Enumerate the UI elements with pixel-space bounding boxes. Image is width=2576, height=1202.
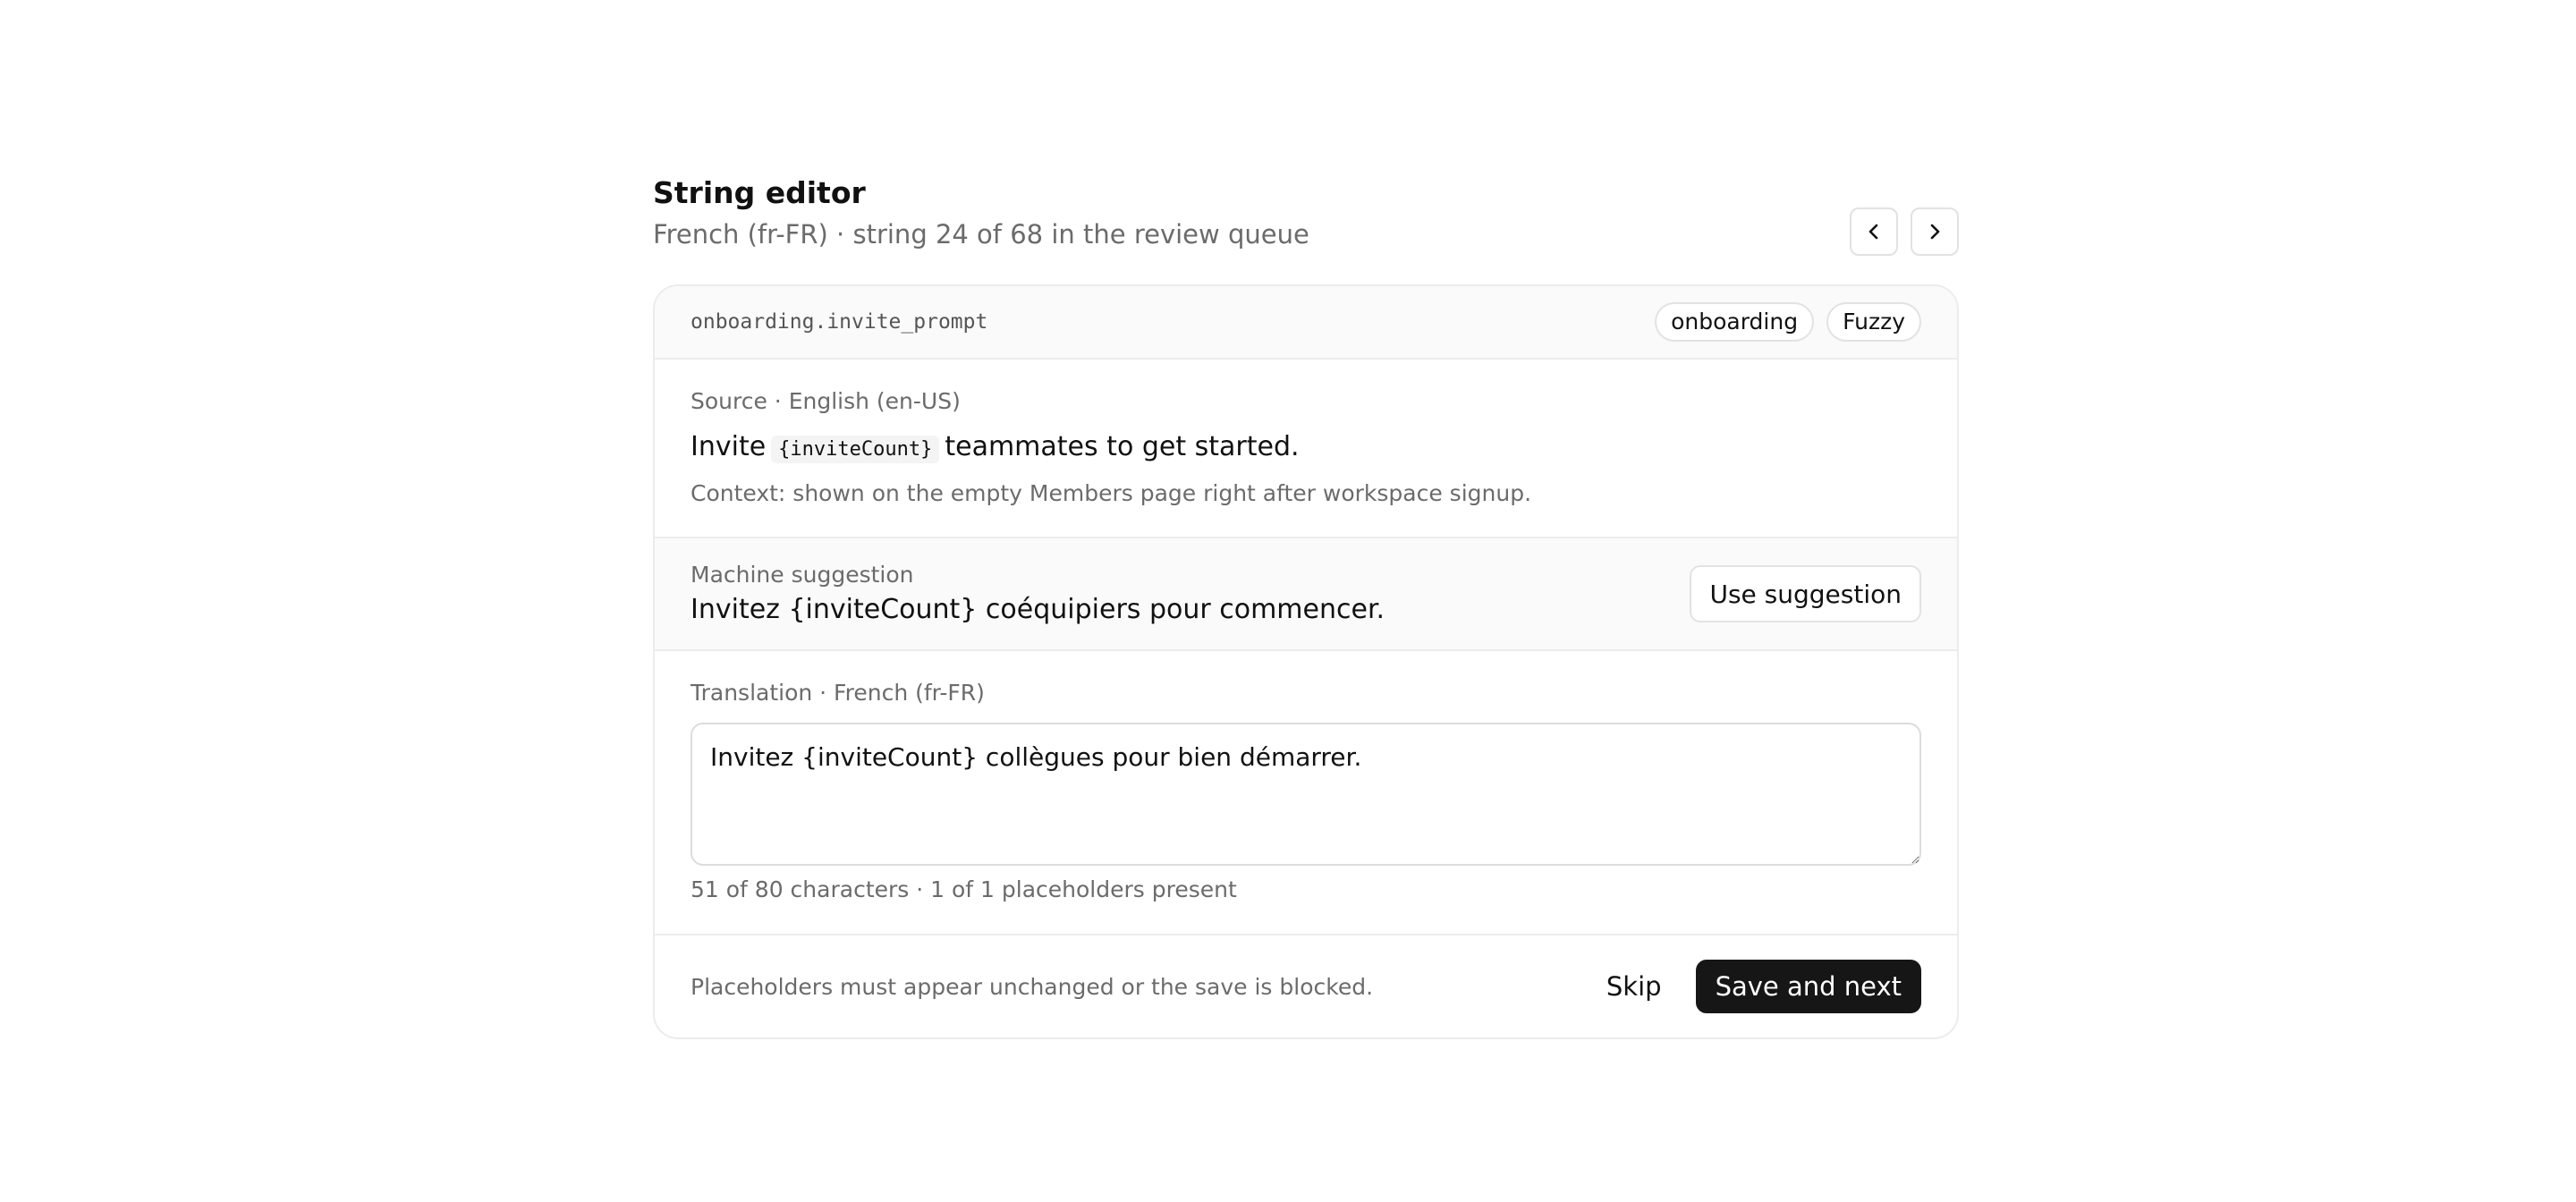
next-string-button[interactable] xyxy=(1911,207,1959,256)
footer-actions: Skip Save and next xyxy=(1594,960,1921,1013)
queue-navigation xyxy=(1850,207,1959,256)
machine-suggestion-label: Machine suggestion xyxy=(691,562,914,588)
source-text-after: teammates to get started. xyxy=(945,431,1300,462)
translation-label: Translation · French (fr-FR) xyxy=(691,680,985,706)
chevron-left-icon xyxy=(1868,224,1878,240)
machine-suggestion-section: Machine suggestion Invitez {inviteCount}… xyxy=(655,538,1957,651)
editor-header: String editor French (fr-FR) · string 24… xyxy=(653,174,1959,284)
queue-subtitle: French (fr-FR) · string 24 of 68 in the … xyxy=(653,219,1309,250)
skip-button[interactable]: Skip xyxy=(1594,960,1674,1013)
editor-footer: Placeholders must appear unchanged or th… xyxy=(655,935,1957,1037)
previous-string-button[interactable] xyxy=(1850,207,1898,256)
tag-list: onboarding Fuzzy xyxy=(1655,302,1921,342)
tag-fuzzy: Fuzzy xyxy=(1826,302,1921,342)
string-key-bar: onboarding.invite_prompt onboarding Fuzz… xyxy=(655,286,1957,360)
translation-section: Translation · French (fr-FR) Invitez {in… xyxy=(655,651,1957,935)
tag-onboarding: onboarding xyxy=(1655,302,1815,342)
page-title: String editor xyxy=(653,175,866,210)
placeholder-warning: Placeholders must appear unchanged or th… xyxy=(691,973,1374,1000)
use-suggestion-button[interactable]: Use suggestion xyxy=(1690,565,1921,622)
translation-input[interactable]: Invitez {inviteCount} collègues pour bie… xyxy=(691,723,1921,866)
chevron-right-icon xyxy=(1930,224,1940,240)
string-card: onboarding.invite_prompt onboarding Fuzz… xyxy=(653,284,1959,1039)
context-note: Context: shown on the empty Members page… xyxy=(691,480,1532,506)
machine-suggestion-body: Machine suggestion Invitez {inviteCount}… xyxy=(691,560,1385,628)
source-text: Invite {inviteCount} teammates to get star… xyxy=(691,427,1921,470)
placeholder-chip: {inviteCount} xyxy=(771,436,940,463)
source-section: Source · English (en-US) Invite {inviteCo… xyxy=(655,360,1957,538)
character-counter: 51 of 80 characters · 1 of 1 placeholder… xyxy=(691,876,1237,902)
machine-suggestion-text: Invitez {inviteCount} coéquipiers pour c… xyxy=(691,594,1385,625)
source-label: Source · English (en-US) xyxy=(691,388,961,414)
source-text-before: Invite xyxy=(691,431,767,462)
string-editor: String editor French (fr-FR) · string 24… xyxy=(653,174,1959,1039)
string-key: onboarding.invite_prompt xyxy=(691,310,988,334)
save-and-next-button[interactable]: Save and next xyxy=(1695,960,1921,1013)
